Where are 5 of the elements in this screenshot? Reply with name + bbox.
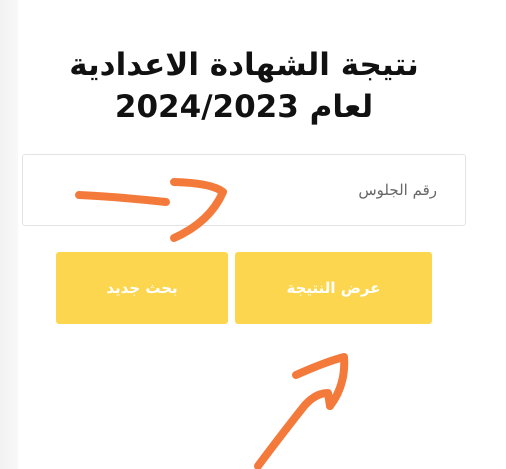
page-title: لعام 2024/2023 <box>114 88 374 127</box>
new-search-button[interactable]: بحث جديد <box>56 252 228 324</box>
seat-number-field[interactable]: رقم الجلوس <box>22 154 466 226</box>
page-title: نتيجة الشهادة الاعدادية <box>69 46 419 85</box>
show-result-button[interactable]: عرض النتيجة <box>235 252 432 324</box>
